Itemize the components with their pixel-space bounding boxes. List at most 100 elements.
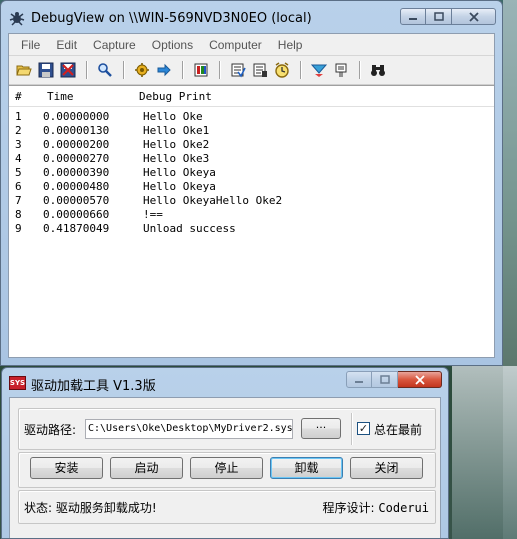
row-number: 2 [15, 123, 22, 137]
capture-icon[interactable] [131, 59, 153, 81]
row-time: 0.00000270 [43, 151, 110, 165]
close-icon [414, 374, 425, 385]
driver-loader-titlebar[interactable]: SYS 驱动加载工具 V1.3版 [2, 368, 448, 397]
autoscroll-icon[interactable] [153, 59, 175, 81]
table-row[interactable]: 9 0.41870049 Unload success [9, 221, 494, 235]
debugview-window: DebugView on \\WIN-569NVD3N0EO (local) F… [0, 0, 503, 366]
row-number: 6 [15, 179, 22, 193]
sys-app-icon: SYS [9, 376, 26, 390]
table-row[interactable]: 5 0.00000390 Hello Okeya [9, 165, 494, 179]
author-credit-name: Coderui [378, 501, 429, 515]
browse-button[interactable]: ··· [301, 418, 341, 439]
table-row[interactable]: 2 0.00000130 Hello Oke1 [9, 123, 494, 137]
debugview-titlebar[interactable]: DebugView on \\WIN-569NVD3N0EO (local) [1, 1, 502, 33]
row-time: 0.00000000 [43, 109, 110, 123]
actions-group: 安装 启动 停止 卸载 关闭 [18, 452, 436, 488]
column-header-number[interactable]: # [9, 90, 43, 106]
row-time: 0.00000130 [43, 123, 110, 137]
row-number: 4 [15, 151, 22, 165]
history-depth-icon[interactable] [190, 59, 212, 81]
menu-help[interactable]: Help [270, 38, 311, 52]
row-time: 0.41870049 [43, 221, 110, 235]
toolbar-separator [219, 61, 220, 79]
row-number: 1 [15, 109, 22, 123]
table-row[interactable]: 7 0.00000570 Hello OkeyaHello Oke2 [9, 193, 494, 207]
log-to-file-icon[interactable] [308, 59, 330, 81]
menu-capture[interactable]: Capture [85, 38, 144, 52]
author-credit-label: 程序设计: [322, 501, 375, 515]
menu-options[interactable]: Options [144, 38, 201, 52]
minimize-button[interactable] [346, 371, 372, 388]
menu-bar: File Edit Capture Options Computer Help [9, 34, 494, 56]
row-message: Hello Oke1 [143, 123, 210, 137]
table-row[interactable]: 4 0.00000270 Hello Oke3 [9, 151, 494, 165]
caption-buttons [400, 8, 496, 25]
minimize-icon [409, 17, 417, 20]
row-time: 0.00000200 [43, 137, 110, 151]
column-header-time[interactable]: Time [43, 90, 139, 106]
list-header: # Time Debug Print [9, 86, 494, 107]
column-header-debug-print[interactable]: Debug Print [139, 90, 212, 106]
row-time: 0.00000390 [43, 165, 110, 179]
row-number: 3 [15, 137, 22, 151]
maximize-button[interactable] [426, 8, 452, 25]
row-message: Hello Oke [143, 109, 203, 123]
debug-output-list[interactable]: # Time Debug Print 1 0.00000000 Hello Oke … [9, 85, 494, 357]
driver-loader-window: SYS 驱动加载工具 V1.3版 驱动路径: C:\Users\Oke\Desk… [1, 367, 449, 539]
row-time: 0.00000660 [43, 207, 110, 221]
driver-loader-client: 驱动路径: C:\Users\Oke\Desktop\MyDriver2.sys… [9, 397, 441, 538]
maximize-icon [379, 374, 390, 384]
close-button[interactable] [452, 8, 496, 25]
menu-computer[interactable]: Computer [201, 38, 270, 52]
install-button[interactable]: 安装 [30, 457, 103, 479]
status-group: 状态: 驱动服务卸载成功! 程序设计: Coderui [18, 490, 436, 524]
open-icon[interactable] [13, 59, 35, 81]
always-on-top-checkbox[interactable]: ✓ [357, 422, 370, 435]
toolbar-separator [359, 61, 360, 79]
minimize-icon [355, 380, 363, 383]
menu-file[interactable]: File [13, 38, 48, 52]
bookmark-icon[interactable] [330, 59, 352, 81]
window-title: 驱动加载工具 V1.3版 [31, 379, 156, 394]
status-text: 状态: 驱动服务卸载成功! [24, 501, 157, 515]
uninstall-button[interactable]: 卸载 [270, 457, 343, 479]
window-title: DebugView on \\WIN-569NVD3N0EO (local) [31, 11, 312, 26]
close-button[interactable] [398, 371, 442, 388]
path-group: 驱动路径: C:\Users\Oke\Desktop\MyDriver2.sys… [18, 408, 436, 450]
close-app-button[interactable]: 关闭 [350, 457, 423, 479]
table-row[interactable]: 1 0.00000000 Hello Oke [9, 109, 494, 123]
driver-path-input[interactable]: C:\Users\Oke\Desktop\MyDriver2.sys [85, 419, 293, 439]
highlight-icon[interactable] [249, 59, 271, 81]
debugview-client: File Edit Capture Options Computer Help [8, 33, 495, 358]
row-time: 0.00000480 [43, 179, 110, 193]
maximize-button[interactable] [372, 371, 398, 388]
row-message: !== [143, 207, 163, 221]
filter-icon[interactable] [227, 59, 249, 81]
binoculars-icon[interactable] [367, 59, 389, 81]
table-row[interactable]: 8 0.00000660 !== [9, 207, 494, 221]
row-message: Hello Oke2 [143, 137, 210, 151]
row-message: Hello Oke3 [143, 151, 210, 165]
row-number: 9 [15, 221, 22, 235]
table-row[interactable]: 6 0.00000480 Hello Okeya [9, 179, 494, 193]
row-message: Hello Okeya [143, 179, 216, 193]
minimize-button[interactable] [400, 8, 426, 25]
maximize-icon [433, 11, 444, 21]
path-label: 驱动路径: [24, 423, 77, 437]
menu-edit[interactable]: Edit [48, 38, 85, 52]
toolbar-separator [182, 61, 183, 79]
row-message: Hello OkeyaHello Oke2 [143, 193, 283, 207]
save-icon[interactable] [35, 59, 57, 81]
table-row[interactable]: 3 0.00000200 Hello Oke2 [9, 137, 494, 151]
clock-icon[interactable] [271, 59, 293, 81]
author-credit: 程序设计: Coderui [323, 499, 429, 516]
clear-display-icon[interactable] [57, 59, 79, 81]
row-number: 8 [15, 207, 22, 221]
toolbar-separator [300, 61, 301, 79]
always-on-top-label[interactable]: 总在最前 [374, 421, 422, 438]
stop-button[interactable]: 停止 [190, 457, 263, 479]
row-number: 5 [15, 165, 22, 179]
start-button[interactable]: 启动 [110, 457, 183, 479]
find-icon[interactable] [94, 59, 116, 81]
row-message: Unload success [143, 221, 236, 235]
